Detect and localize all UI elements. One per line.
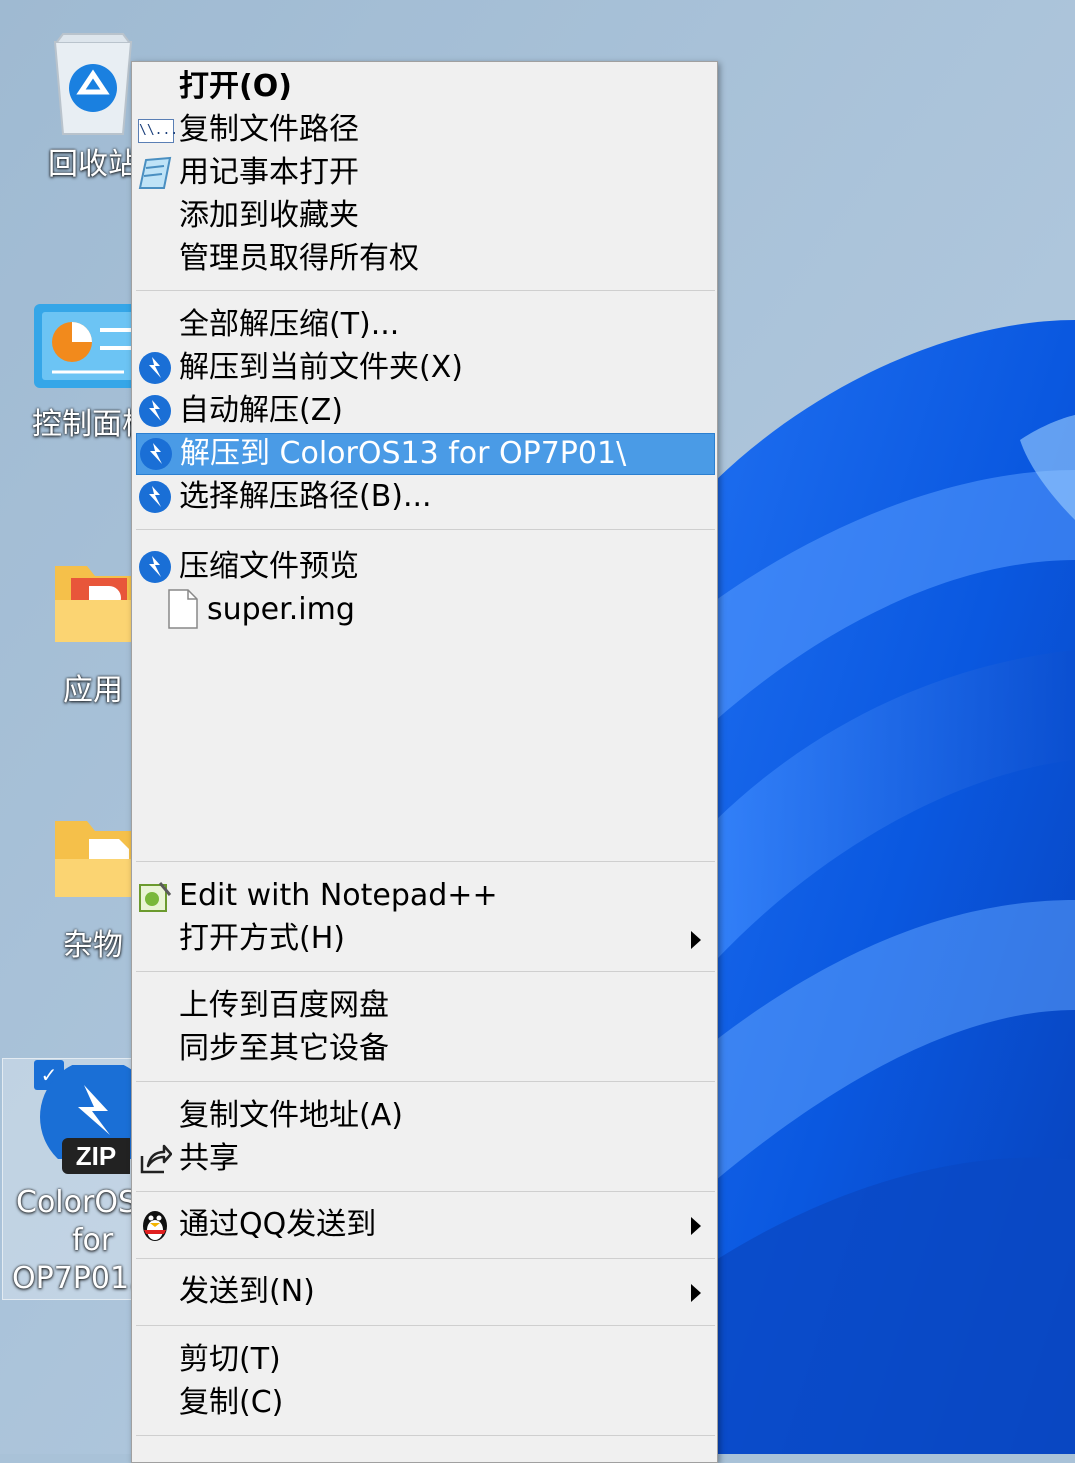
- menu-separator: [136, 1258, 715, 1259]
- menu-item-extract-to-folder[interactable]: 解压到 ColorOS13 for OP7P01\: [136, 433, 715, 475]
- submenu-arrow-icon: [691, 1217, 701, 1235]
- menu-item-copy[interactable]: 复制(C): [136, 1382, 715, 1424]
- notepadpp-icon: [138, 879, 172, 913]
- desktop-icon-label: ColorOS: [16, 1185, 137, 1220]
- notepad-icon: [138, 156, 172, 190]
- bandizip-icon: [138, 550, 172, 584]
- desktop-icon-label: OP7P01.: [12, 1261, 139, 1296]
- copy-path-icon: \\...: [138, 119, 178, 143]
- menu-item-auto-extract[interactable]: 自动解压(Z): [136, 390, 715, 432]
- menu-separator: [136, 290, 715, 291]
- menu-item-open[interactable]: 打开(O): [136, 66, 715, 108]
- bandizip-icon: [138, 394, 172, 428]
- menu-separator: [136, 1325, 715, 1326]
- menu-separator: [136, 971, 715, 972]
- menu-item-cut[interactable]: 剪切(T): [136, 1339, 715, 1381]
- menu-item-upload-baidu[interactable]: 上传到百度网盘: [136, 985, 715, 1027]
- menu-separator: [136, 861, 715, 862]
- menu-item-sync-devices[interactable]: 同步至其它设备: [136, 1028, 715, 1070]
- menu-item-share[interactable]: 共享: [136, 1138, 715, 1180]
- menu-separator: [136, 1081, 715, 1082]
- menu-item-open-with-notepad[interactable]: 用记事本打开: [136, 152, 715, 194]
- menu-item-send-to[interactable]: 发送到(N): [136, 1271, 715, 1313]
- menu-item-open-with[interactable]: 打开方式(H): [136, 918, 715, 960]
- desktop-icon-label: for: [72, 1223, 114, 1258]
- share-icon: [138, 1142, 173, 1176]
- menu-item-extract-all[interactable]: 全部解压缩(T)...: [136, 304, 715, 346]
- menu-item-preview-file[interactable]: super.img: [136, 589, 715, 631]
- menu-separator: [136, 1191, 715, 1192]
- bandizip-icon: [138, 351, 172, 385]
- menu-separator: [136, 529, 715, 530]
- submenu-arrow-icon: [691, 931, 701, 949]
- zip-badge: ZIP: [62, 1138, 130, 1174]
- control-panel-icon: [32, 300, 144, 392]
- menu-item-send-via-qq[interactable]: 通过QQ发送到: [136, 1204, 715, 1246]
- menu-item-choose-extract-path[interactable]: 选择解压路径(B)...: [136, 476, 715, 518]
- qq-penguin-icon: [138, 1208, 172, 1242]
- menu-separator: [136, 1435, 715, 1436]
- recycle-bin-icon: [43, 30, 143, 140]
- folder-icon: [43, 815, 147, 903]
- desktop-icon-zip-file[interactable]: ColorOS for OP7P01.: [2, 1184, 139, 1298]
- menu-item-extract-here[interactable]: 解压到当前文件夹(X): [136, 347, 715, 389]
- file-icon: [168, 589, 198, 629]
- menu-item-copy-file-path[interactable]: \\... 复制文件路径: [136, 109, 715, 151]
- menu-item-copy-file-address[interactable]: 复制文件地址(A): [136, 1095, 715, 1137]
- bandizip-icon: [139, 437, 173, 471]
- folder-icon: [43, 560, 147, 648]
- bandizip-icon: [138, 480, 172, 514]
- menu-item-archive-preview[interactable]: 压缩文件预览: [136, 546, 715, 588]
- submenu-arrow-icon: [691, 1284, 701, 1302]
- menu-item-add-to-favorites[interactable]: 添加到收藏夹: [136, 195, 715, 237]
- menu-item-edit-with-notepadpp[interactable]: Edit with Notepad++: [136, 875, 715, 917]
- context-menu: 打开(O) \\... 复制文件路径 用记事本打开 添加到收藏夹 管理员取得所有…: [131, 61, 718, 1463]
- menu-item-take-ownership[interactable]: 管理员取得所有权: [136, 238, 715, 280]
